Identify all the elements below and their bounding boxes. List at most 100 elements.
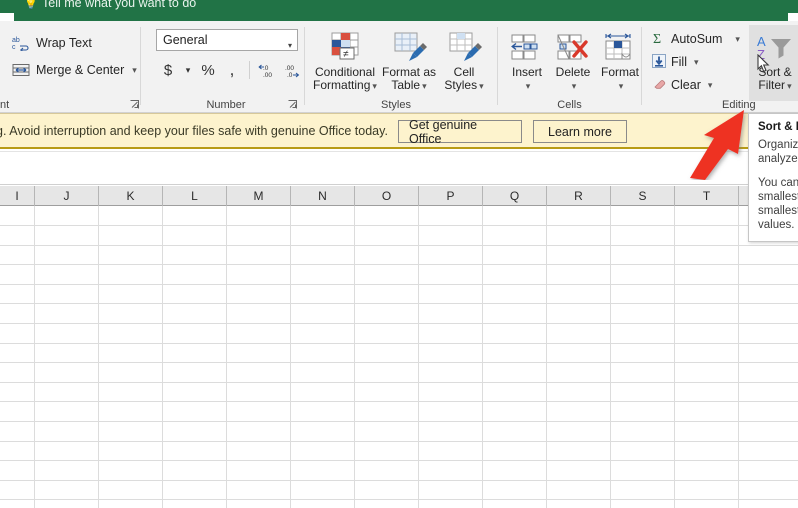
svg-text:.00: .00 — [263, 72, 272, 78]
sort-filter-label-2: Filter — [758, 78, 786, 92]
grid-hline — [0, 460, 798, 461]
chevron-down-icon[interactable]: ▾ — [735, 34, 740, 45]
ribbon-group-number: General ▾ $ ▾ % , .0 .00 .00 .0 Number — [146, 21, 306, 113]
wrap-text-label: Wrap Text — [36, 36, 92, 50]
percent-style-button[interactable]: % — [196, 58, 220, 82]
number-format-select[interactable]: General ▾ — [156, 29, 298, 51]
fill-down-icon — [652, 53, 666, 71]
format-cells-icon — [603, 29, 637, 63]
chevron-down-icon[interactable]: ▾ — [787, 81, 792, 91]
column-header-s[interactable]: S — [611, 186, 675, 206]
chevron-down-icon[interactable]: ▾ — [422, 81, 427, 91]
cell-styles-label-2: Styles — [444, 78, 478, 92]
column-header-l[interactable]: L — [163, 186, 227, 206]
format-as-table-label-2: Table — [391, 78, 421, 92]
wrap-text-button[interactable]: ab c Wrap Text — [8, 33, 96, 53]
column-header-j[interactable]: J — [35, 186, 99, 206]
notification-message: g. Avoid interruption and keep your file… — [0, 124, 388, 138]
group-separator-3 — [497, 27, 498, 105]
merge-center-icon — [12, 63, 30, 77]
format-as-table-icon — [391, 29, 427, 63]
comma-style-button[interactable]: , — [220, 58, 244, 82]
chevron-down-icon[interactable]: ▾ — [708, 80, 713, 91]
grid-hline — [0, 480, 798, 481]
number-buttons-row: $ ▾ % , .0 .00 .00 .0 — [156, 57, 303, 83]
merge-center-button[interactable]: Merge & Center ▾ — [8, 61, 141, 79]
tooltip-line-4: smallest — [758, 191, 798, 203]
chevron-down-icon[interactable]: ▾ — [526, 81, 531, 91]
get-genuine-office-button[interactable]: Get genuine Office — [398, 118, 522, 146]
sigma-icon: Σ — [652, 31, 666, 48]
column-header-r[interactable]: R — [547, 186, 611, 206]
chevron-down-icon[interactable]: ▾ — [180, 58, 196, 82]
grid-vline — [354, 206, 355, 508]
mouse-cursor — [757, 53, 771, 74]
number-dialog-launcher[interactable] — [288, 100, 299, 111]
insert-cells-icon — [510, 29, 544, 63]
autosum-button[interactable]: Σ AutoSum ▾ — [648, 28, 744, 50]
svg-text:.00: .00 — [285, 65, 294, 72]
number-group-label: Number — [206, 99, 246, 111]
number-format-value: General — [163, 33, 208, 47]
column-header-k[interactable]: K — [99, 186, 163, 206]
tooltip-line-6: values. — [758, 219, 795, 231]
svg-text:Σ: Σ — [653, 32, 661, 45]
fill-button[interactable]: Fill ▾ — [648, 51, 703, 73]
clear-button[interactable]: Clear ▾ — [648, 74, 716, 96]
chevron-down-icon[interactable]: ▾ — [572, 81, 577, 91]
learn-more-button[interactable]: Learn more — [533, 120, 627, 143]
grid-hline — [0, 421, 798, 422]
insert-button[interactable]: Insert ▾ — [505, 25, 549, 101]
delete-label: Delete — [555, 65, 591, 79]
excel-window: 💡 Tell me what you want to do ab c Wrap … — [0, 0, 798, 508]
group-separator-1 — [140, 27, 141, 105]
grid-hline — [0, 245, 798, 246]
genuine-office-notification-bar: g. Avoid interruption and keep your file… — [0, 113, 798, 149]
increase-decimal-button[interactable]: .0 .00 — [255, 58, 279, 82]
format-as-table-button[interactable]: Format as Table ▾ — [380, 25, 438, 101]
worksheet-grid[interactable]: IJKLMNOPQRST C — [0, 186, 798, 508]
ribbon: ab c Wrap Text Merge & Center ▾ nt Gener… — [0, 21, 798, 113]
conditional-formatting-button[interactable]: ≠ Conditional Formatting ▾ — [312, 25, 378, 101]
grid-hline — [0, 362, 798, 363]
grid-vline — [674, 206, 675, 508]
decrease-decimal-button[interactable]: .00 .0 — [279, 58, 303, 82]
grid-hline — [0, 323, 798, 324]
cell-styles-label-1: Cell — [453, 65, 475, 79]
tooltip-line-2: analyze — [758, 153, 798, 165]
grid-hline — [0, 499, 798, 500]
grid-hline — [0, 284, 798, 285]
svg-text:ab: ab — [12, 37, 20, 44]
fill-label: Fill — [671, 55, 687, 69]
chevron-down-icon[interactable]: ▾ — [619, 81, 624, 91]
formula-bar-area[interactable] — [0, 151, 798, 185]
column-header-i[interactable]: I — [0, 186, 35, 206]
cell-styles-icon — [446, 29, 482, 63]
tooltip-line-3: You can — [758, 177, 798, 189]
column-header-m[interactable]: M — [227, 186, 291, 206]
tell-me-box[interactable]: Tell me what you want to do — [42, 0, 196, 10]
cell-styles-button[interactable]: Cell Styles ▾ — [440, 25, 488, 101]
column-header-o[interactable]: O — [355, 186, 419, 206]
column-header-q[interactable]: Q — [483, 186, 547, 206]
chevron-down-icon[interactable]: ▾ — [288, 37, 292, 54]
chevron-down-icon[interactable]: ▾ — [694, 57, 699, 68]
chevron-down-icon[interactable]: ▾ — [132, 65, 137, 76]
chevron-down-icon[interactable]: ▾ — [372, 81, 377, 91]
column-header-t[interactable]: T — [675, 186, 739, 206]
styles-group-label: Styles — [381, 99, 411, 111]
column-header-n[interactable]: N — [291, 186, 355, 206]
tooltip-line-1: Organiz — [758, 139, 798, 151]
format-label: Format — [600, 65, 639, 79]
column-header-p[interactable]: P — [419, 186, 483, 206]
ribbon-group-alignment: ab c Wrap Text Merge & Center ▾ nt — [0, 21, 140, 113]
grid-vline — [546, 206, 547, 508]
grid-vline — [290, 206, 291, 508]
delete-button[interactable]: Delete ▾ — [549, 25, 597, 101]
accounting-format-button[interactable]: $ — [156, 58, 180, 82]
chevron-down-icon[interactable]: ▾ — [479, 81, 484, 91]
format-button[interactable]: Format ▾ — [597, 25, 643, 101]
eraser-icon — [652, 77, 666, 94]
format-as-table-label-1: Format as — [381, 65, 436, 79]
svg-text:.0: .0 — [287, 72, 293, 78]
